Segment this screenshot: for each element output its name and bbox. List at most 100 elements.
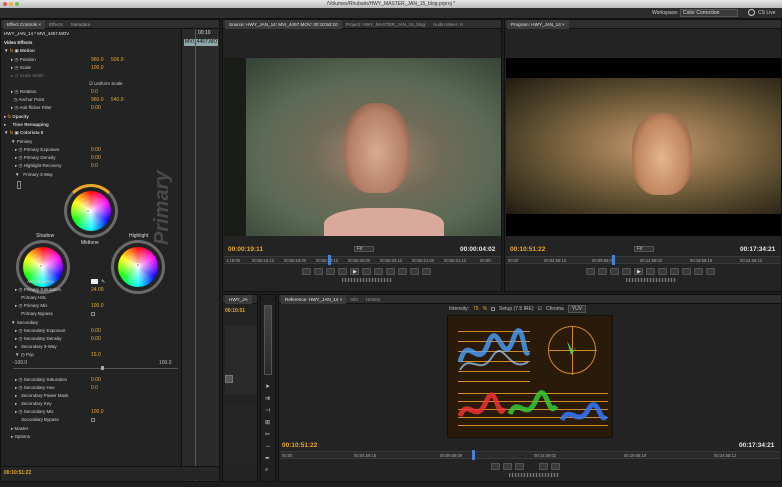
insert-button[interactable] xyxy=(410,268,419,275)
export-frame-button[interactable] xyxy=(706,268,715,275)
pen-tool-icon[interactable]: ✒ xyxy=(265,455,270,462)
primary-mix-value[interactable]: 100.0 xyxy=(91,303,104,309)
zoom-window-icon[interactable] xyxy=(15,2,19,6)
auto-balance-swatch[interactable] xyxy=(91,279,98,284)
intensity-value[interactable]: 75 xyxy=(473,306,479,312)
razor-tool-icon[interactable]: ✂ xyxy=(265,431,270,438)
tab-metadata[interactable]: Metadata xyxy=(67,20,94,29)
motion-row[interactable]: ▼ fx ▣ Motion xyxy=(4,47,35,55)
secondary-hue-value[interactable]: 0.0 xyxy=(91,385,98,391)
wheel-mode-icon[interactable] xyxy=(17,181,21,189)
anchor-y[interactable]: 540.0 xyxy=(111,97,124,103)
position-x[interactable]: 960.0 xyxy=(91,57,104,63)
pop-row[interactable]: ▼ ◷ Pop xyxy=(15,351,34,359)
primary-exposure-value[interactable]: 0.00 xyxy=(91,147,101,153)
tab-reference[interactable]: Reference: HWY_JAN_14 × xyxy=(281,294,347,304)
midtone-handle[interactable] xyxy=(86,209,90,213)
program-mark-out-button[interactable] xyxy=(598,268,607,275)
tab-program[interactable]: Program: HWY_JAN_14 × xyxy=(507,19,569,29)
program-mark-in-button[interactable] xyxy=(586,268,595,275)
source-playhead[interactable] xyxy=(328,255,331,265)
close-window-icon[interactable] xyxy=(3,2,7,6)
step-forward-button[interactable] xyxy=(362,268,371,275)
rolling-edit-tool-icon[interactable]: ⊞ xyxy=(265,419,270,426)
primary-bypass-checkbox[interactable] xyxy=(91,312,95,316)
mark-in-button[interactable] xyxy=(302,268,311,275)
tab-effects[interactable]: Effects xyxy=(45,20,67,29)
program-step-back-button[interactable] xyxy=(622,268,631,275)
pop-value[interactable]: 15.0 xyxy=(91,352,101,358)
safe-margins-button[interactable] xyxy=(398,268,407,275)
setup-checkbox[interactable] xyxy=(491,307,496,311)
workspace-select[interactable]: Color Correction xyxy=(680,9,738,17)
primary-density-value[interactable]: 0.00 xyxy=(91,155,101,161)
program-fit-select[interactable]: Fit xyxy=(634,246,654,252)
source-ruler[interactable]: 1:18:00 00:00:18:12 00:00:19:00 00:00:19… xyxy=(224,255,501,265)
highlight-handle[interactable] xyxy=(136,263,140,267)
video-tracks[interactable] xyxy=(225,325,257,395)
chroma-checkbox[interactable]: ☑ xyxy=(538,306,542,312)
tab-timeline[interactable]: HWY_JA xyxy=(225,294,252,304)
cs-live-icon[interactable] xyxy=(748,9,755,16)
slip-tool-icon[interactable]: ↔ xyxy=(265,443,271,449)
program-play-button[interactable]: ▶ xyxy=(634,268,643,275)
program-prev-edit-button[interactable] xyxy=(610,268,619,275)
program-loop-button[interactable] xyxy=(670,268,679,275)
highlight-wheel[interactable] xyxy=(118,247,158,287)
midtone-wheel[interactable] xyxy=(71,191,111,231)
track-target-v[interactable] xyxy=(225,375,233,383)
track-select-tool-icon[interactable]: ⇉ xyxy=(265,395,270,402)
reference-step-forward-button[interactable] xyxy=(515,463,524,470)
fx-icon[interactable]: fx xyxy=(10,48,15,53)
tab-effect-controls[interactable]: Effect Controls × xyxy=(3,19,46,29)
tab-info[interactable]: Info xyxy=(346,295,362,304)
master-row[interactable]: ▸ Master xyxy=(11,425,28,433)
play-button[interactable]: ▶ xyxy=(350,268,359,275)
secondary-exposure-value[interactable]: 0.00 xyxy=(91,328,101,334)
primary-saturation-value[interactable]: 24.00 xyxy=(91,287,104,293)
antiflicker-value[interactable]: 0.00 xyxy=(91,105,101,111)
mark-out-button[interactable] xyxy=(314,268,323,275)
reference-play-button[interactable] xyxy=(503,463,512,470)
step-back-button[interactable] xyxy=(338,268,347,275)
options-row[interactable]: ▸ Options xyxy=(11,433,30,441)
secondary-key-row[interactable]: ▸ Secondary Key xyxy=(15,400,52,408)
secondary-bypass-checkbox[interactable] xyxy=(91,418,95,422)
primary-hsl-row[interactable]: Primary HSL xyxy=(15,294,47,302)
gang-button[interactable] xyxy=(539,463,548,470)
scope-mode-select[interactable]: YUV xyxy=(567,305,587,313)
extract-button[interactable] xyxy=(694,268,703,275)
secondary-mix-value[interactable]: 100.0 xyxy=(91,409,104,415)
source-fit-select[interactable]: Fit xyxy=(354,246,374,252)
reference-step-back-button[interactable] xyxy=(491,463,500,470)
zoom-tool-icon[interactable]: ⌕ xyxy=(265,467,268,474)
time-remap-row[interactable]: ▸ Time Remapping xyxy=(4,121,49,129)
loop-button[interactable] xyxy=(386,268,395,275)
audio-tracks[interactable] xyxy=(225,405,257,465)
reference-output-button[interactable] xyxy=(551,463,560,470)
tab-audio-mixer[interactable]: Audio Mixer: H xyxy=(429,20,467,29)
go-to-out-button[interactable] xyxy=(374,268,383,275)
jog-shuttle[interactable] xyxy=(342,278,392,282)
selection-tool-icon[interactable]: ➤ xyxy=(265,383,270,390)
rotation-value[interactable]: 0.0 xyxy=(91,89,98,95)
tab-project[interactable]: Project: HWY_MASTER_JAN_15_blog xyxy=(342,20,429,29)
program-next-edit-button[interactable] xyxy=(658,268,667,275)
scale-value[interactable]: 100.0 xyxy=(91,65,104,71)
pop-slider-handle[interactable] xyxy=(101,366,104,370)
minimize-window-icon[interactable] xyxy=(9,2,13,6)
colorista-row[interactable]: ▼ fx ▣ Colorista II xyxy=(4,129,43,137)
tab-history[interactable]: History xyxy=(362,295,384,304)
tab-source[interactable]: Source: HWY_JAN_14: MVI_4457.MOV: 00:10:… xyxy=(225,19,342,29)
anchor-x[interactable]: 960.0 xyxy=(91,97,104,103)
secondary-group-row[interactable]: ▼ Secondary xyxy=(11,319,38,327)
program-playhead[interactable] xyxy=(612,255,615,265)
pop-slider-track[interactable] xyxy=(13,368,178,369)
eyedropper-icon[interactable]: ✎ xyxy=(101,279,105,285)
shadow-handle[interactable] xyxy=(39,264,43,268)
ripple-edit-tool-icon[interactable]: ⊣ xyxy=(265,407,270,414)
secondary-threeway-row[interactable]: ▸ Secondary 3-Way xyxy=(15,343,57,351)
cs-live-button[interactable]: CS Live xyxy=(758,10,776,16)
highlight-recovery-value[interactable]: 0.0 xyxy=(91,163,98,169)
primary-group-row[interactable]: ▼ Primary xyxy=(11,138,32,146)
